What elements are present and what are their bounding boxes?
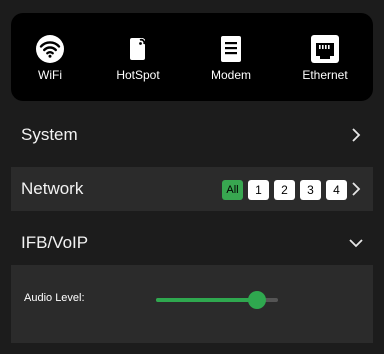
modem-icon <box>215 33 247 65</box>
tab-4[interactable]: 4 <box>326 180 347 200</box>
modem-button[interactable]: Modem <box>193 13 269 101</box>
modem-label: Modem <box>210 68 251 82</box>
wifi-icon <box>34 33 66 65</box>
audio-level-label: Audio Level: <box>24 292 85 304</box>
audio-level-slider[interactable] <box>156 291 278 309</box>
ifb-voip-row[interactable]: IFB/VoIP <box>11 221 373 265</box>
network-row[interactable]: Network All 1 2 3 4 <box>11 167 373 211</box>
chevron-right-icon <box>352 182 361 196</box>
system-title: System <box>21 125 78 144</box>
tab-all[interactable]: All <box>222 180 243 200</box>
connection-panel: WiFi HotSpot Modem Ethernet <box>11 13 373 101</box>
ifb-voip-title: IFB/VoIP <box>21 233 89 252</box>
tab-3[interactable]: 3 <box>300 180 321 200</box>
system-row[interactable]: System <box>11 113 373 157</box>
ethernet-icon <box>309 33 341 65</box>
network-tabs: All 1 2 3 4 <box>222 180 347 200</box>
hotspot-label: HotSpot <box>116 68 160 82</box>
chevron-right-icon <box>352 128 361 142</box>
audio-panel: Audio Level: <box>11 265 373 343</box>
hotspot-button[interactable]: HotSpot <box>100 13 176 101</box>
network-title: Network <box>21 179 84 198</box>
hotspot-icon <box>122 33 154 65</box>
settings-screen: WiFi HotSpot Modem Ethernet System Netwo… <box>0 0 384 354</box>
ethernet-label: Ethernet <box>302 68 348 82</box>
chevron-down-icon <box>349 239 363 248</box>
wifi-button[interactable]: WiFi <box>12 13 88 101</box>
wifi-label: WiFi <box>38 68 62 82</box>
tab-1[interactable]: 1 <box>248 180 269 200</box>
ethernet-button[interactable]: Ethernet <box>287 13 363 101</box>
tab-2[interactable]: 2 <box>274 180 295 200</box>
slider-thumb[interactable] <box>248 291 267 309</box>
slider-fill <box>156 298 258 302</box>
